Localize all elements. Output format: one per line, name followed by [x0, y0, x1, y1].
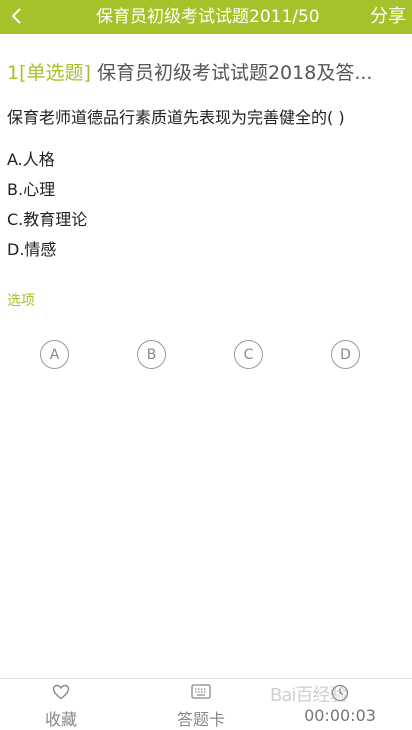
keyboard-icon — [191, 684, 211, 699]
timer-text: 00:00:03 — [304, 706, 376, 725]
answer-card-label: 答题卡 — [176, 710, 225, 729]
option-a[interactable]: A.人格 — [7, 148, 87, 178]
option-list: A.人格 B.心理 C.教育理论 D.情感 — [7, 148, 87, 268]
bottom-bar: 收藏 答题卡 00:00:03 — [0, 678, 412, 730]
chevron-left-icon — [11, 8, 21, 24]
option-b[interactable]: B.心理 — [7, 178, 87, 208]
heart-icon — [52, 684, 70, 700]
favorite-label: 收藏 — [44, 710, 77, 729]
question-source-title: 保育员初级考试试题2018及答... — [96, 62, 373, 84]
favorite-button[interactable]: 收藏 — [20, 679, 102, 730]
choice-d-button[interactable]: D — [331, 340, 360, 369]
top-bar: 保育员初级考试试题2011/50 分享 — [0, 0, 412, 34]
back-button[interactable] — [4, 3, 30, 29]
watermark-logo: Bai百经验 — [270, 685, 347, 706]
question-text: 保育老师道德品行素质道先表现为完善健全的( ) — [7, 108, 345, 127]
share-button[interactable]: 分享 — [370, 0, 406, 34]
choice-a-button[interactable]: A — [40, 340, 69, 369]
option-c[interactable]: C.教育理论 — [7, 208, 87, 238]
choice-c-button[interactable]: C — [234, 340, 263, 369]
choices-label: 选项 — [7, 293, 35, 309]
choice-b-button[interactable]: B — [137, 340, 166, 369]
question-type-tag: [单选题] — [19, 62, 91, 84]
question-number: 1 — [7, 62, 20, 84]
question-header: 1[单选题] 保育员初级考试试题2018及答... — [7, 58, 405, 85]
answer-card-button[interactable]: 答题卡 — [160, 679, 242, 730]
page-title: 保育员初级考试试题2011/50 — [96, 7, 320, 27]
option-d[interactable]: D.情感 — [7, 238, 87, 268]
